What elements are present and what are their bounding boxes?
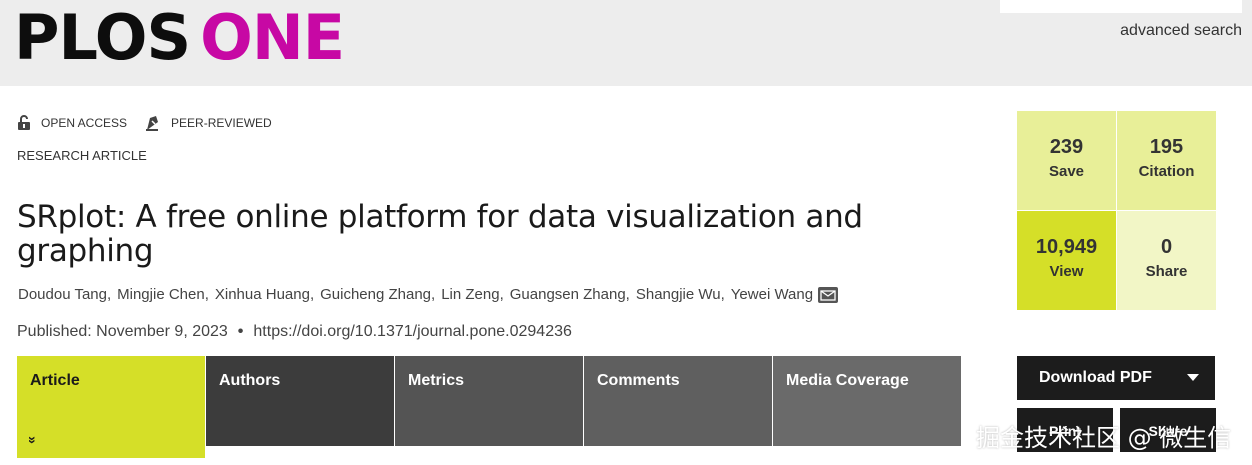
logo-plos-text: PLOS: [14, 1, 191, 74]
logo-one-text: ONE: [200, 1, 345, 74]
metric-value: 10,949: [1035, 236, 1098, 258]
article-title: SRplot: A free online platform for data …: [17, 199, 863, 269]
metric-view[interactable]: 10,949 View: [1017, 211, 1116, 310]
advanced-search-link[interactable]: advanced search: [1120, 22, 1242, 40]
download-pdf-label: Download PDF: [1039, 369, 1152, 386]
separator-dot: •: [237, 323, 244, 340]
tab-label: Article: [30, 372, 80, 389]
tab-label: Media Coverage: [786, 372, 909, 389]
search-input[interactable]: [1000, 0, 1242, 13]
tab-authors[interactable]: Authors: [206, 356, 394, 446]
peer-reviewed-icon: [146, 116, 159, 131]
peer-reviewed-label: PEER-REVIEWED: [171, 116, 272, 130]
watermark-text: 掘金技术社区 @ 微生信: [976, 424, 1232, 452]
publication-info: Published: November 9, 2023 • https://do…: [17, 323, 572, 341]
tab-metrics[interactable]: Metrics: [395, 356, 583, 446]
metric-citation[interactable]: 195 Citation: [1117, 111, 1216, 210]
metric-label: Save: [1048, 163, 1085, 180]
tab-label: Authors: [219, 372, 281, 389]
peer-reviewed-badge: PEER-REVIEWED: [145, 114, 272, 132]
author-link[interactable]: Mingjie Chen: [117, 286, 205, 303]
open-lock-icon: [18, 115, 30, 130]
tab-comments[interactable]: Comments: [584, 356, 772, 446]
plos-one-logo[interactable]: PLOS ONE: [14, 1, 345, 74]
tab-article[interactable]: Article »: [17, 356, 205, 458]
caret-down-icon[interactable]: [1187, 374, 1199, 381]
article-badges: OPEN ACCESS PEER-REVIEWED: [17, 114, 290, 132]
article-tabs: Article » Authors Metrics Comments Media…: [17, 356, 962, 458]
author-list: Doudou Tang, Mingjie Chen, Xinhua Huang,…: [18, 286, 839, 303]
metric-label: View: [1049, 263, 1084, 280]
mail-icon[interactable]: [818, 286, 839, 303]
author-link[interactable]: Guicheng Zhang: [320, 286, 431, 303]
author-link[interactable]: Xinhua Huang: [215, 286, 310, 303]
site-header: PLOS ONE advanced search: [0, 0, 1252, 86]
doi-link[interactable]: https://doi.org/10.1371/journal.pone.029…: [253, 323, 571, 341]
author-link[interactable]: Doudou Tang: [18, 286, 107, 303]
author-link[interactable]: Guangsen Zhang: [510, 286, 626, 303]
metric-label: Citation: [1138, 163, 1195, 180]
author-link[interactable]: Lin Zeng: [441, 286, 499, 303]
download-pdf-button[interactable]: Download PDF: [1017, 356, 1215, 400]
metric-value: 0: [1160, 236, 1173, 258]
article-type: RESEARCH ARTICLE: [17, 148, 147, 163]
article-metrics: 239 Save 195 Citation 10,949 View 0 Shar…: [1017, 111, 1216, 310]
tab-media-coverage[interactable]: Media Coverage: [773, 356, 961, 446]
chevron-down-icon: »: [24, 436, 41, 444]
open-access-label: OPEN ACCESS: [41, 116, 128, 130]
author-link[interactable]: Shangjie Wu: [636, 286, 721, 303]
metric-value: 195: [1149, 136, 1184, 158]
metric-share[interactable]: 0 Share: [1117, 211, 1216, 310]
tab-label: Metrics: [408, 372, 465, 389]
author-link[interactable]: Yewei Wang: [731, 286, 813, 303]
metric-value: 239: [1049, 136, 1084, 158]
open-access-badge: OPEN ACCESS: [17, 115, 127, 131]
published-date: Published: November 9, 2023: [17, 323, 228, 340]
metric-save[interactable]: 239 Save: [1017, 111, 1116, 210]
tab-label: Comments: [597, 372, 680, 389]
metric-label: Share: [1145, 263, 1188, 280]
